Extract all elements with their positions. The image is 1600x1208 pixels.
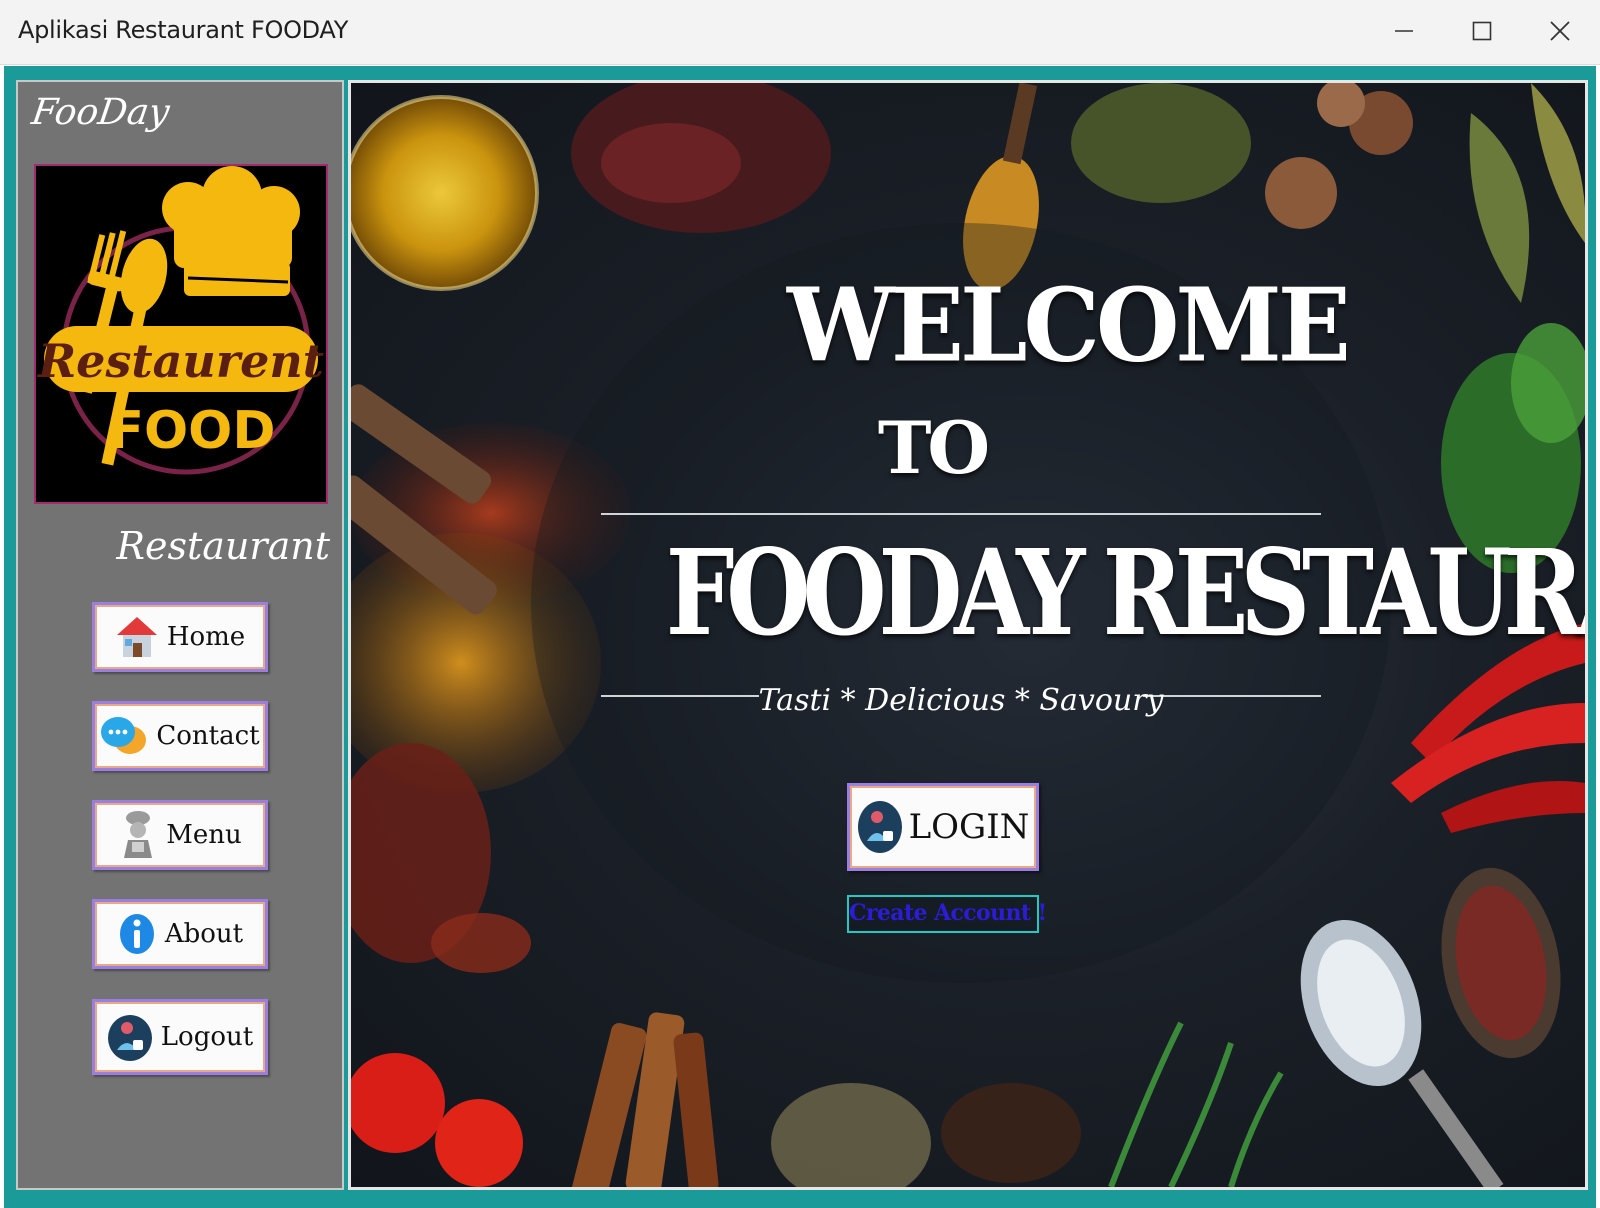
logout-button[interactable]: Logout	[92, 999, 268, 1075]
minimize-icon	[1395, 30, 1413, 32]
menu-label: Menu	[166, 820, 242, 850]
chat-bubbles-icon	[101, 717, 147, 754]
maximize-button[interactable]	[1454, 10, 1510, 52]
chef-icon	[124, 811, 153, 858]
about-label: About	[164, 919, 244, 949]
logo-line2: FOOD	[108, 401, 275, 461]
create-account-link[interactable]: Create Account !	[847, 895, 1047, 933]
home-label: Home	[166, 622, 246, 652]
brand-name: FooDay	[29, 92, 172, 133]
house-icon	[116, 617, 157, 657]
sidebar: FooDay Restaurent FOOD Restaurant Home C…	[16, 80, 344, 1190]
logo-line1: Restaurent	[36, 334, 324, 388]
divider-top	[601, 513, 1321, 515]
restaurant-name-heading: FOODAY RESTAURANT	[665, 523, 1585, 662]
window-title: Aplikasi Restaurant FOODAY	[18, 16, 349, 44]
close-button[interactable]	[1532, 10, 1588, 52]
home-button[interactable]: Home	[92, 602, 268, 672]
minimize-button[interactable]	[1376, 10, 1432, 52]
title-bar[interactable]: Aplikasi Restaurant FOODAY	[0, 0, 1600, 65]
menu-button[interactable]: Menu	[92, 800, 268, 870]
about-button[interactable]: About	[92, 899, 268, 969]
section-label: Restaurant	[116, 524, 330, 568]
user-badge-icon	[107, 1015, 152, 1061]
close-icon	[1550, 21, 1570, 41]
logout-label: Logout	[160, 1022, 254, 1052]
welcome-panel: WELCOME TO FOODAY RESTAURANT Tasti * Del…	[348, 80, 1588, 1190]
to-heading: TO	[877, 405, 990, 490]
welcome-heading: WELCOME	[787, 266, 1351, 385]
maximize-icon	[1472, 21, 1492, 41]
contact-label: Contact	[156, 721, 260, 751]
window-frame: FooDay Restaurent FOOD Restaurant Home C…	[4, 66, 1596, 1208]
tagline: Tasti * Delicious * Savoury	[758, 683, 1164, 718]
login-label: LOGIN	[908, 807, 1030, 847]
contact-button[interactable]: Contact	[92, 701, 268, 771]
user-badge-icon	[857, 801, 902, 853]
info-icon	[119, 914, 154, 954]
login-button[interactable]: LOGIN	[847, 783, 1039, 871]
restaurant-logo: Restaurent FOOD	[34, 164, 328, 504]
